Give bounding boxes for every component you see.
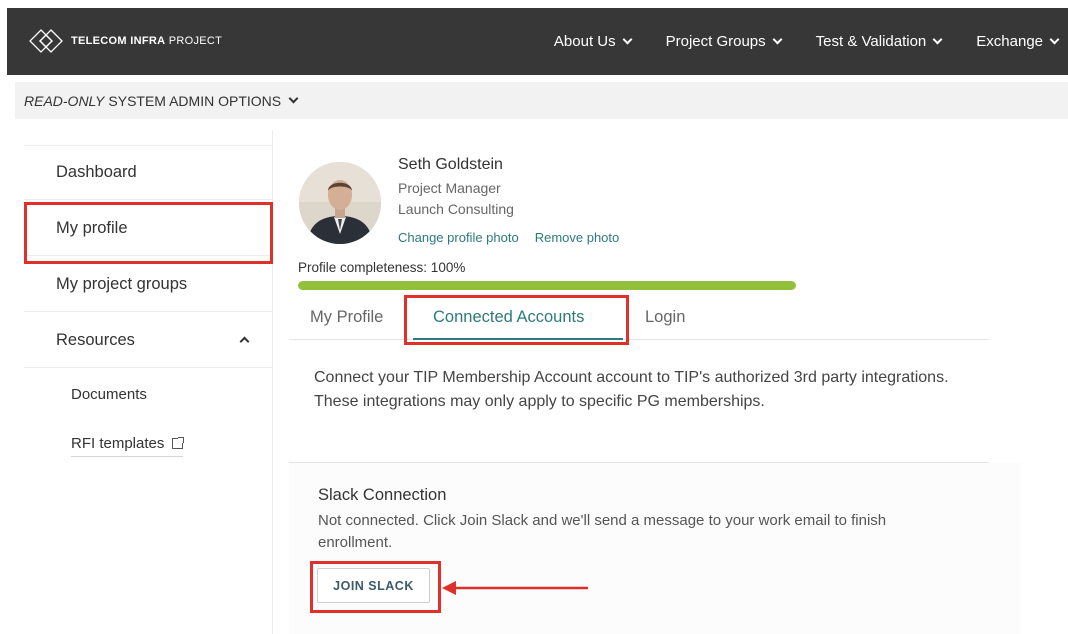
change-profile-photo-link[interactable]: Change profile photo: [398, 230, 519, 245]
tab-my-profile[interactable]: My Profile: [310, 294, 383, 340]
admin-options-label: SYSTEM ADMIN OPTIONS: [108, 92, 282, 109]
avatar-photo: [299, 162, 381, 244]
logo-text-bold: TELECOM INFRA: [71, 35, 166, 47]
nav-exchange-label: Exchange: [976, 33, 1043, 50]
sidebar-subitem-documents[interactable]: Documents: [24, 369, 272, 419]
connected-accounts-intro: Connect your TIP Membership Account acco…: [314, 369, 949, 410]
nav-about-us[interactable]: About Us: [553, 33, 633, 50]
profile-completeness-label: Profile completeness: 100%: [298, 260, 466, 275]
tip-logo[interactable]: TELECOM INFRA PROJECT: [29, 28, 222, 54]
chevron-down-icon: [772, 34, 783, 45]
photo-links: Change profile photo Remove photo: [398, 230, 619, 245]
tip-logo-icon: [29, 29, 63, 53]
main-nav: About Us Project Groups Test & Validatio…: [554, 8, 1068, 75]
avatar: [299, 162, 381, 244]
nav-project-groups[interactable]: Project Groups: [665, 33, 783, 50]
chevron-up-icon: [239, 336, 250, 347]
profile-completeness-fill: [298, 281, 796, 290]
chevron-down-icon: [622, 34, 633, 45]
chevron-down-icon: [1049, 34, 1060, 45]
profile-role: Project Manager: [398, 180, 501, 196]
profile-tabs: My Profile Connected Accounts Login: [289, 294, 989, 340]
logo-text: TELECOM INFRA PROJECT: [71, 35, 222, 47]
logo-text-light: PROJECT: [168, 35, 223, 47]
sidebar-subitem-label: RFI templates: [71, 435, 165, 452]
nav-test-validation-label: Test & Validation: [815, 33, 927, 50]
highlight-my-profile: [24, 202, 273, 264]
sidebar-subitem-rfi-templates[interactable]: RFI templates: [24, 421, 272, 471]
sidebar-item-label: My project groups: [56, 274, 188, 293]
sidebar-item-resources[interactable]: Resources: [24, 313, 272, 368]
highlight-join-slack: [310, 561, 441, 613]
sidebar-subitem-label: Documents: [71, 385, 147, 403]
external-link-icon: [172, 437, 185, 449]
rfi-templates-link[interactable]: RFI templates: [71, 435, 185, 457]
system-admin-options-toggle[interactable]: READ-ONLY SYSTEM ADMIN OPTIONS: [15, 82, 1068, 119]
top-navigation-bar: TELECOM INFRA PROJECT About Us Project G…: [7, 8, 1068, 75]
tab-login[interactable]: Login: [645, 294, 685, 340]
nav-project-groups-label: Project Groups: [665, 33, 766, 50]
admin-readonly-label: READ-ONLY: [24, 92, 105, 109]
tab-label: My Profile: [310, 307, 384, 326]
sidebar-item-my-project-groups[interactable]: My project groups: [24, 257, 272, 312]
slack-connection-description: Not connected. Click Join Slack and we'l…: [318, 512, 887, 551]
sidebar-item-label: Resources: [56, 330, 135, 349]
sidebar-item-label: Dashboard: [56, 162, 137, 181]
profile-name: Seth Goldstein: [398, 156, 503, 173]
profile-completeness-bar: [298, 281, 796, 290]
chevron-down-icon: [288, 93, 299, 104]
profile-company: Launch Consulting: [398, 201, 514, 217]
highlight-connected-accounts: [404, 295, 629, 345]
chevron-down-icon: [932, 34, 943, 45]
nav-about-us-label: About Us: [553, 33, 616, 50]
tab-label: Login: [645, 307, 686, 326]
annotation-arrow: [442, 581, 588, 595]
slack-connection-title: Slack Connection: [318, 486, 447, 504]
sidebar-item-dashboard[interactable]: Dashboard: [24, 145, 272, 200]
remove-photo-link[interactable]: Remove photo: [535, 230, 620, 245]
nav-exchange[interactable]: Exchange: [976, 33, 1060, 50]
nav-test-validation[interactable]: Test & Validation: [815, 33, 943, 50]
